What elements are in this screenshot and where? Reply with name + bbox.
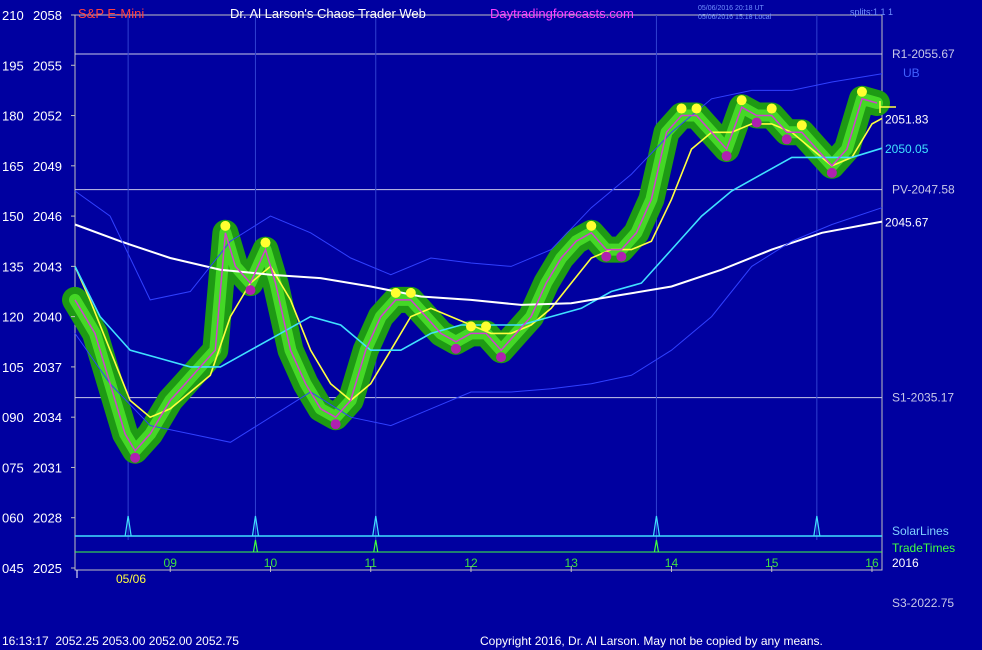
osc-tick-label: 135 [2, 259, 24, 274]
splits-label: splits:1 1 1 [850, 7, 893, 17]
price-tick-label: 2055 [33, 58, 62, 73]
price-tick-label: 2058 [33, 8, 62, 23]
date-label: 05/06 [116, 572, 146, 586]
price-tick-label: 2031 [33, 460, 62, 475]
price-tick-label: 2034 [33, 410, 62, 425]
osc-tick-label: 060 [2, 511, 24, 526]
high-marker [481, 321, 492, 332]
timestamp-ut: 05/06/2016 20:18 UT [698, 5, 764, 12]
x-tick-label: 13 [565, 556, 579, 570]
osc-tick-label: 210 [2, 8, 24, 23]
level-label: R1-2055.67 [892, 47, 955, 61]
site-title: Dr. Al Larson's Chaos Trader Web [230, 6, 426, 21]
site-url: Daytradingforecasts.com [490, 6, 634, 21]
low-marker [130, 452, 141, 463]
low-marker [826, 167, 837, 178]
x-tick-label: 15 [765, 556, 779, 570]
price-tick-label: 2037 [33, 360, 62, 375]
low-marker [496, 352, 507, 363]
high-marker [260, 237, 271, 248]
high-marker [796, 120, 807, 131]
level-label: PV-2047.58 [892, 183, 955, 197]
price-tick-label: 2040 [33, 310, 62, 325]
price-chart: 045 2025 060 2028 075 2031 090 2034 105 2037 120 20… [0, 0, 982, 650]
x-tick-label: 10 [264, 556, 278, 570]
copyright: Copyright 2016, Dr. Al Larson. May not b… [480, 634, 823, 648]
year-label: 2016 [892, 556, 919, 570]
osc-tick-label: 105 [2, 360, 24, 375]
solarlines-label: SolarLines [892, 524, 949, 538]
low-marker [450, 343, 461, 354]
osc-tick-label: 075 [2, 460, 24, 475]
osc-tick-label: 195 [2, 58, 24, 73]
value-label: 2051.83 [885, 112, 929, 126]
osc-tick-label: 150 [2, 209, 24, 224]
price-tick-label: 2049 [33, 159, 62, 174]
high-marker [586, 220, 597, 231]
x-tick-label: 11 [364, 556, 377, 570]
timestamp-local: 05/06/2016 15:18 Local [698, 14, 772, 21]
low-marker [616, 251, 627, 262]
high-marker [390, 287, 401, 298]
low-marker [781, 134, 792, 145]
osc-tick-label: 120 [2, 310, 24, 325]
high-marker [856, 86, 867, 97]
level-label: S1-2035.17 [892, 391, 954, 405]
high-marker [691, 103, 702, 114]
level-label-offchart: S3-2022.75 [892, 596, 954, 610]
price-tick-label: 2052 [33, 109, 62, 124]
high-marker [766, 103, 777, 114]
x-tick-label: 16 [865, 556, 879, 570]
osc-tick-label: 165 [2, 159, 24, 174]
low-marker [751, 117, 762, 128]
tradetimes-label: TradeTimes [892, 541, 955, 555]
instrument-label: S&P E-Mini [78, 6, 144, 21]
x-tick-label: 14 [665, 556, 679, 570]
x-tick-label: 12 [464, 556, 478, 570]
value-label: 2050.05 [885, 142, 929, 156]
x-tick-label: 09 [164, 556, 178, 570]
osc-tick-label: 090 [2, 410, 24, 425]
osc-tick-label: 045 [2, 561, 24, 576]
low-marker [330, 419, 341, 430]
high-marker [405, 287, 416, 298]
low-marker [601, 251, 612, 262]
high-marker [736, 95, 747, 106]
low-marker [245, 285, 256, 296]
high-marker [676, 103, 687, 114]
low-marker [721, 151, 732, 162]
price-tick-label: 2028 [33, 511, 62, 526]
quote-readout: 16:13:17 2052.25 2053.00 2052.00 2052.75 [2, 634, 239, 648]
value-label: 2045.67 [885, 216, 929, 230]
price-tick-label: 2025 [33, 561, 62, 576]
ub-label: UB [903, 66, 920, 80]
osc-tick-label: 180 [2, 109, 24, 124]
high-marker [465, 321, 476, 332]
high-marker [220, 220, 231, 231]
price-tick-label: 2046 [33, 209, 62, 224]
price-tick-label: 2043 [33, 259, 62, 274]
